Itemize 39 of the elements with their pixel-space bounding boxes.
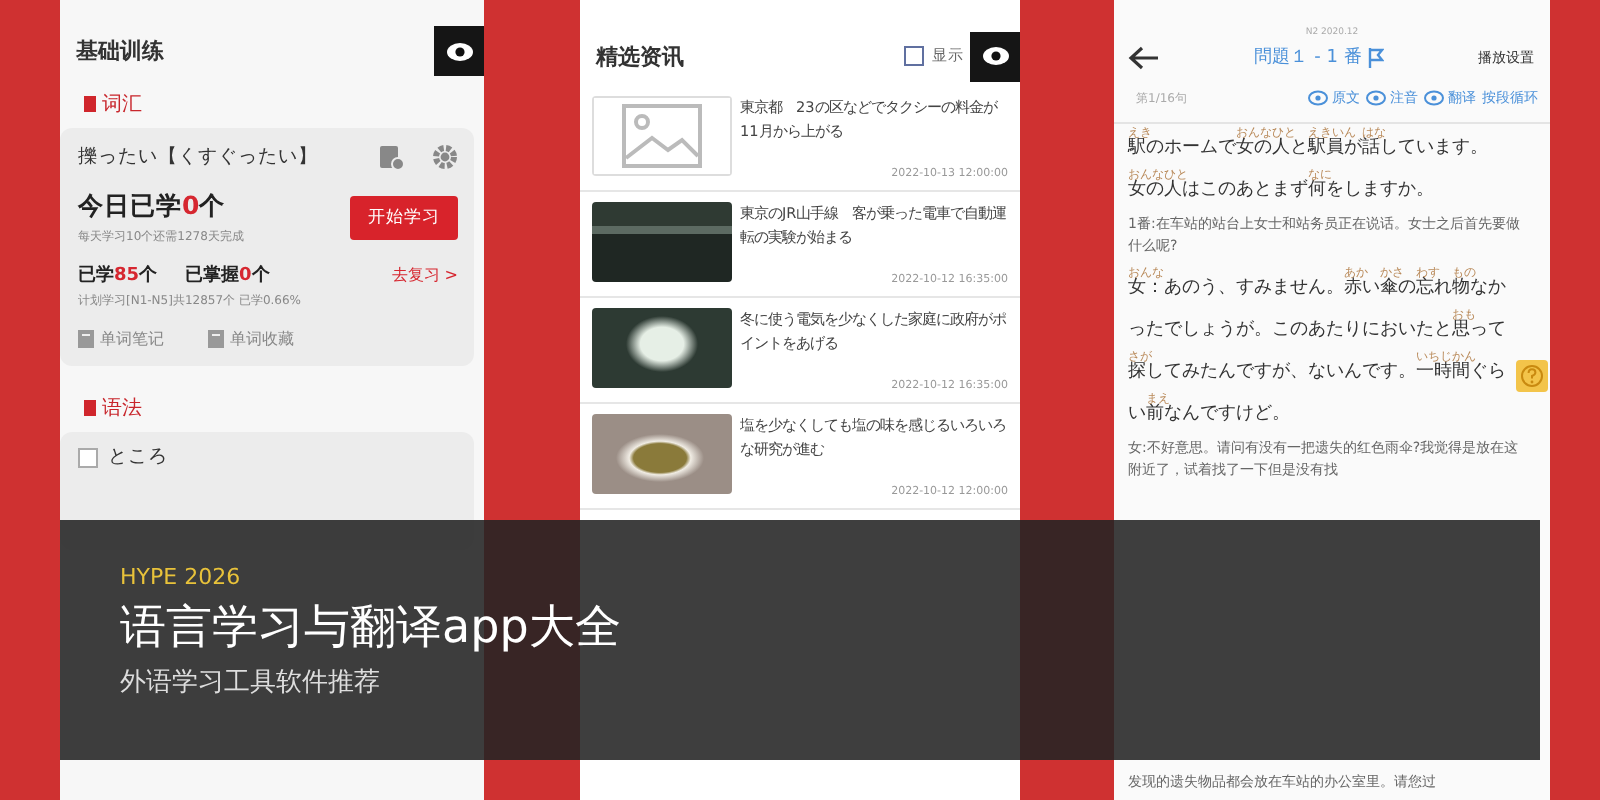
eye-button[interactable] [434,26,484,76]
document-icon[interactable] [380,145,404,169]
bookmark-icon [84,96,96,112]
notebook-icon [78,330,94,348]
question-title: 問題１ - 1 番 [1254,45,1362,70]
section-heading: 词汇 [102,92,142,118]
flag-icon[interactable] [1367,47,1384,67]
eye-icon [1308,90,1328,106]
eye-icon [445,41,473,61]
image-placeholder-icon [592,96,732,176]
photo-placeholder [592,414,732,494]
checkbox[interactable] [78,447,98,467]
question-icon[interactable] [1516,360,1548,392]
start-study-button[interactable]: 开始学习 [350,196,458,240]
photo-placeholder [592,308,732,388]
notebook-icon [208,330,224,348]
vocab-link[interactable]: 单词笔记 [100,328,164,350]
screen-title: 精选资讯 [596,41,686,71]
banner-title: 语言学习与翻译app大全 [120,600,623,658]
learned-count: 已学85个 [78,263,158,288]
today-count: 今日已学0个 [78,190,228,224]
vocab-word: 擽ったい【くすぐったい】 [78,144,318,170]
eye-icon [1366,90,1386,106]
back-arrow-icon[interactable] [1128,45,1160,69]
vocab-link[interactable]: 单词收藏 [230,328,294,350]
screen-title: 基础训练 [76,36,166,66]
section-heading: 语法 [102,395,142,422]
eye-button[interactable] [970,31,1020,81]
settings-icon[interactable] [432,144,458,170]
bookmark-icon [84,400,96,416]
mastered-count: 已掌握0个 [185,262,270,288]
grammar-word: ところ [108,444,168,470]
banner-tag: HYPE 2026 [120,564,1480,590]
eye-icon [1424,90,1444,106]
eye-icon [981,46,1009,66]
banner-subtitle: 外语学习工具软件推荐 [120,666,382,700]
review-link[interactable]: 去复习 > [391,264,458,286]
checkbox[interactable] [904,46,924,66]
photo-placeholder [592,202,732,282]
